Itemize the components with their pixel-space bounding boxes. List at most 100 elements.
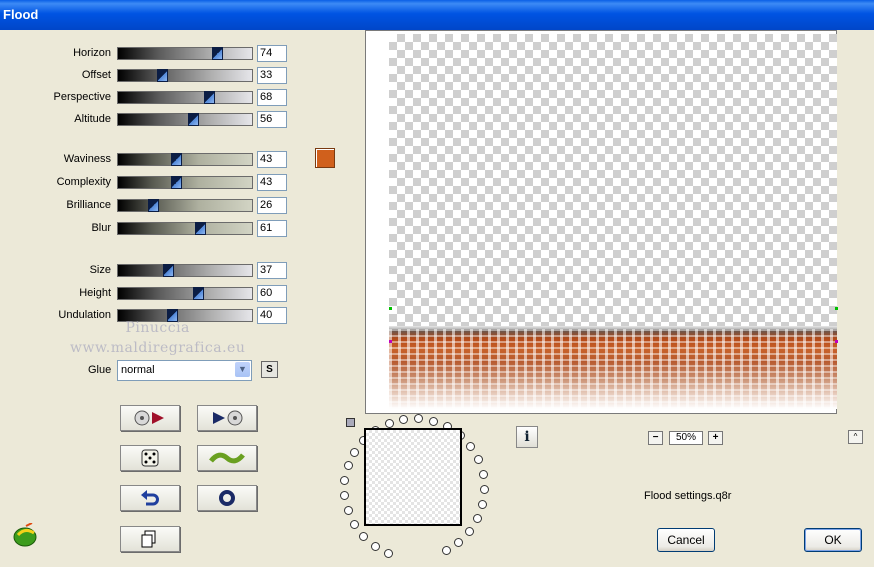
- horizon-marker-right: [835, 307, 838, 310]
- slider-row-offset: Offset 33: [0, 67, 300, 84]
- navigator-dot: [399, 414, 409, 424]
- size-slider[interactable]: [117, 264, 253, 277]
- navigator-dot: [370, 541, 380, 551]
- brilliance-value-field[interactable]: 26: [257, 197, 287, 214]
- watermark: Pinuccia www.maldiregrafica.eu: [70, 318, 245, 358]
- ok-button[interactable]: OK: [804, 528, 862, 552]
- slider-row-perspective: Perspective 68: [0, 89, 300, 106]
- slider-label: Horizon: [73, 47, 111, 59]
- collapse-button[interactable]: ^: [848, 430, 863, 444]
- slider-thumb[interactable]: [193, 287, 205, 300]
- water-marker-left: [389, 340, 392, 343]
- app-logo-icon: [12, 522, 40, 550]
- random-button[interactable]: [120, 445, 180, 471]
- info-button[interactable]: i: [516, 426, 538, 448]
- slider-label: Height: [79, 287, 111, 299]
- navigator-dot: [478, 469, 488, 479]
- slider-thumb[interactable]: [147, 199, 159, 212]
- blur-value-field[interactable]: 61: [257, 220, 287, 237]
- undo-button[interactable]: [120, 485, 180, 511]
- navigator-dot: [473, 455, 483, 465]
- complexity-value-field[interactable]: 43: [257, 174, 287, 191]
- navigator-dot: [350, 520, 359, 530]
- slider-thumb[interactable]: [212, 47, 224, 60]
- glue-selected-value: normal: [121, 364, 155, 376]
- slider-label: Waviness: [63, 153, 111, 165]
- height-slider[interactable]: [117, 287, 253, 300]
- zoom-level: 50%: [669, 431, 703, 445]
- slider-thumb[interactable]: [157, 69, 169, 82]
- slider-row-horizon: Horizon 74: [0, 45, 300, 62]
- reset-icon: [219, 490, 235, 506]
- slider-row-size: Size 37: [0, 262, 300, 279]
- title-bar: Flood: [0, 0, 874, 30]
- waviness-slider[interactable]: [117, 153, 253, 166]
- undo-icon: [141, 490, 159, 506]
- navigator-dot: [384, 418, 394, 428]
- waviness-value-field[interactable]: 43: [257, 151, 287, 168]
- dialog-body: Horizon 74 Offset 33 Perspective 68 Alti…: [0, 30, 874, 567]
- slider-thumb[interactable]: [162, 264, 174, 277]
- slider-thumb[interactable]: [188, 113, 200, 126]
- glue-dropdown[interactable]: normal ▼: [117, 360, 252, 381]
- next-preset-button[interactable]: [197, 405, 257, 431]
- zoom-in-button[interactable]: +: [708, 431, 723, 445]
- prev-preset-button[interactable]: [120, 405, 180, 431]
- navigator-dot: [466, 442, 476, 452]
- horizon-value-field[interactable]: 74: [257, 45, 287, 62]
- copy-icon: [141, 530, 156, 548]
- transparent-sky: [389, 34, 837, 329]
- horizon-marker-left: [389, 307, 392, 310]
- window-title: Flood: [3, 7, 39, 22]
- horizon-slider[interactable]: [117, 47, 253, 60]
- navigator-dot: [473, 514, 483, 524]
- offset-slider[interactable]: [117, 69, 253, 82]
- slider-label: Blur: [91, 222, 111, 234]
- slider-label: Altitude: [74, 113, 111, 125]
- size-value-field[interactable]: 37: [257, 262, 287, 279]
- slider-thumb[interactable]: [170, 153, 182, 166]
- navigator-dot: [454, 538, 464, 548]
- cancel-button[interactable]: Cancel: [657, 528, 715, 552]
- altitude-slider[interactable]: [117, 113, 253, 126]
- slider-row-brilliance: Brilliance 26: [0, 197, 300, 214]
- slider-row-complexity: Complexity 43: [0, 174, 300, 191]
- slider-label: Size: [89, 264, 111, 276]
- navigator-dot: [414, 414, 424, 424]
- zoom-out-button[interactable]: −: [648, 431, 663, 445]
- navigator-dot: [340, 491, 350, 501]
- perspective-value-field[interactable]: 68: [257, 89, 287, 106]
- slider-thumb[interactable]: [204, 91, 216, 104]
- s-button[interactable]: S: [261, 361, 278, 378]
- slider-label: Perspective: [53, 91, 111, 103]
- navigator-dot: [429, 416, 439, 426]
- color-swatch[interactable]: [315, 148, 335, 168]
- undulation-value-field[interactable]: 40: [257, 307, 287, 324]
- navigator-handle[interactable]: [346, 418, 355, 427]
- perspective-slider[interactable]: [117, 91, 253, 104]
- chevron-down-icon[interactable]: ▼: [235, 362, 250, 377]
- wave-icon: [209, 452, 245, 464]
- navigator-dot: [464, 527, 474, 537]
- height-value-field[interactable]: 60: [257, 285, 287, 302]
- navigator-dot: [350, 447, 360, 457]
- brilliance-slider[interactable]: [117, 199, 253, 212]
- watermark-line-2: www.maldiregrafica.eu: [70, 340, 246, 356]
- complexity-slider[interactable]: [117, 176, 253, 189]
- blur-slider[interactable]: [117, 222, 253, 235]
- slider-row-waviness: Waviness 43: [0, 151, 300, 168]
- altitude-value-field[interactable]: 56: [257, 111, 287, 128]
- offset-value-field[interactable]: 33: [257, 67, 287, 84]
- navigator-dot: [340, 476, 350, 486]
- slider-label: Offset: [81, 69, 111, 81]
- slider-thumb[interactable]: [170, 176, 182, 189]
- slider-thumb[interactable]: [194, 222, 206, 235]
- navigator-dot: [384, 549, 394, 559]
- preview-canvas[interactable]: [365, 30, 838, 414]
- navigator-dot: [479, 485, 489, 494]
- wave-button[interactable]: [197, 445, 257, 471]
- slider-row-height: Height 60: [0, 285, 300, 302]
- navigator-thumbnail[interactable]: [364, 428, 462, 526]
- reset-button[interactable]: [197, 485, 257, 511]
- copy-button[interactable]: [120, 526, 180, 552]
